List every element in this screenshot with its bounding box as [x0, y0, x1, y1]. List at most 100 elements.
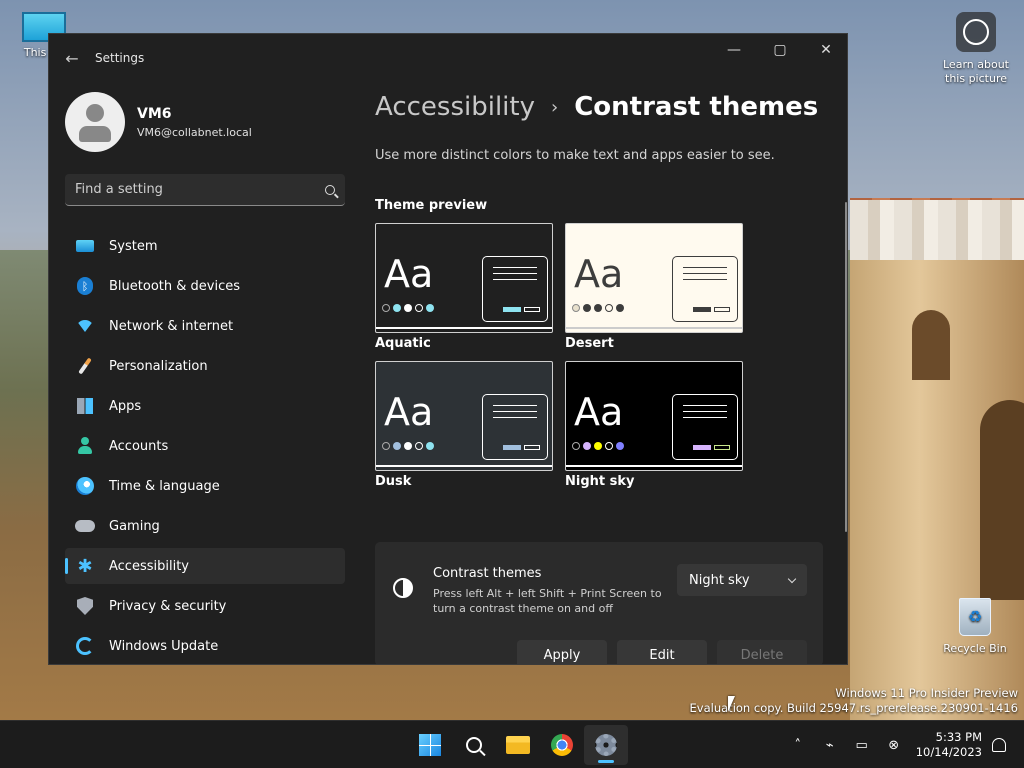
sidebar: VM6 VM6@collabnet.local System ᛒ Bluetoo…: [49, 82, 359, 664]
desktop-learn-about-picture[interactable]: Learn about this picture: [940, 12, 1012, 86]
chevron-right-icon: ›: [551, 96, 559, 118]
theme-sample-text: Aa: [574, 252, 624, 296]
accessibility-icon: ✱: [77, 555, 93, 577]
sidebar-item-accounts[interactable]: Accounts: [65, 428, 345, 464]
apps-icon: [75, 396, 95, 416]
search-input[interactable]: [75, 182, 325, 197]
wifi-icon: [75, 316, 95, 336]
sidebar-item-label: Privacy & security: [109, 598, 227, 614]
delete-button[interactable]: Delete: [717, 640, 807, 664]
user-profile[interactable]: VM6 VM6@collabnet.local: [65, 92, 252, 152]
monitor-icon: [75, 236, 95, 256]
sidebar-item-apps[interactable]: Apps: [65, 388, 345, 424]
apply-button[interactable]: Apply: [517, 640, 607, 664]
window-preview-icon: [482, 394, 548, 460]
display-icon[interactable]: ▭: [846, 738, 878, 753]
page-title: Contrast themes: [574, 92, 819, 122]
sidebar-item-windows-update[interactable]: Windows Update: [65, 628, 345, 664]
theme-color-dots: [382, 304, 437, 312]
settings-window: ← Settings — ▢ ✕ VM6 VM6@collabnet.local…: [48, 33, 848, 665]
wallpaper-arch: [980, 400, 1024, 600]
sidebar-item-accessibility[interactable]: ✱ Accessibility: [65, 548, 345, 584]
clock[interactable]: 5:33 PM 10/14/2023: [916, 730, 982, 760]
theme-name-night-sky: Night sky: [565, 474, 635, 489]
desktop-learn-label: Learn about this picture: [943, 58, 1009, 85]
maximize-icon[interactable]: ▢: [757, 34, 803, 66]
sidebar-item-label: Accounts: [109, 438, 169, 454]
search-icon[interactable]: [325, 184, 335, 195]
minimize-icon[interactable]: —: [711, 34, 757, 66]
refresh-icon: [75, 636, 95, 656]
settings-taskbar-button[interactable]: [584, 725, 628, 765]
theme-color-dots: [382, 442, 437, 450]
start-button[interactable]: [408, 725, 452, 765]
sidebar-item-label: Accessibility: [109, 558, 189, 574]
theme-color-dots: [572, 442, 627, 450]
theme-name-desert: Desert: [565, 336, 614, 351]
title-bar[interactable]: ← Settings — ▢ ✕: [49, 34, 847, 82]
contrast-themes-card: Contrast themes Press left Alt + left Sh…: [375, 542, 823, 664]
sidebar-item-bluetooth[interactable]: ᛒ Bluetooth & devices: [65, 268, 345, 304]
volume-muted-icon[interactable]: ⊗: [878, 738, 910, 753]
chevron-down-icon: [787, 574, 797, 583]
sidebar-item-time-language[interactable]: Time & language: [65, 468, 345, 504]
wallpaper-arch-small: [912, 310, 950, 380]
theme-preview-dusk[interactable]: Aa: [375, 361, 553, 471]
sidebar-item-label: Gaming: [109, 518, 160, 534]
sidebar-item-label: Apps: [109, 398, 142, 414]
sidebar-item-system[interactable]: System: [65, 228, 345, 264]
brush-icon: [75, 356, 95, 376]
theme-name-dusk: Dusk: [375, 474, 412, 489]
profile-name: VM6: [137, 105, 172, 122]
chrome-icon: [551, 734, 573, 756]
chevron-up-icon[interactable]: ˄: [782, 738, 814, 753]
camera-icon: [956, 12, 996, 52]
globe-clock-icon: [75, 476, 95, 496]
back-arrow-icon[interactable]: ←: [49, 49, 95, 68]
main-content: Accessibility › Contrast themes Use more…: [359, 82, 847, 664]
sidebar-item-network[interactable]: Network & internet: [65, 308, 345, 344]
sidebar-item-label: Bluetooth & devices: [109, 278, 240, 294]
sidebar-item-label: Windows Update: [109, 638, 219, 654]
windows-logo-icon: [419, 734, 441, 756]
scrollbar[interactable]: [845, 202, 847, 532]
theme-color-dots: [572, 304, 627, 312]
page-description: Use more distinct colors to make text an…: [375, 148, 775, 163]
clock-date: 10/14/2023: [915, 745, 982, 759]
theme-sample-text: Aa: [384, 390, 434, 434]
sidebar-item-label: Time & language: [109, 478, 220, 494]
controller-icon: [75, 516, 95, 536]
card-subtitle: Press left Alt + left Shift + Print Scre…: [433, 587, 662, 615]
clock-time: 5:33 PM: [935, 730, 982, 744]
sidebar-item-privacy[interactable]: Privacy & security: [65, 588, 345, 624]
shield-icon: [75, 596, 95, 616]
breadcrumb-parent[interactable]: Accessibility: [375, 92, 535, 122]
search-box[interactable]: [65, 174, 345, 206]
network-disconnected-icon[interactable]: ⌁: [814, 738, 846, 753]
sidebar-item-label: Personalization: [109, 358, 208, 374]
theme-preview-aquatic[interactable]: Aa: [375, 223, 553, 333]
theme-preview-night-sky[interactable]: Aa: [565, 361, 743, 471]
notification-bell-icon[interactable]: [992, 738, 1006, 752]
mouse-cursor-icon: [728, 696, 742, 712]
desktop-recycle-bin[interactable]: ♻ Recycle Bin: [940, 598, 1010, 656]
taskbar-search-button[interactable]: [452, 725, 496, 765]
theme-sample-text: Aa: [574, 390, 624, 434]
window-preview-icon: [482, 256, 548, 322]
sidebar-item-personalization[interactable]: Personalization: [65, 348, 345, 384]
bluetooth-icon: ᛒ: [75, 276, 95, 296]
desktop-recycle-label: Recycle Bin: [943, 642, 1007, 655]
contrast-theme-dropdown[interactable]: Night sky: [677, 564, 807, 596]
edit-button[interactable]: Edit: [617, 640, 707, 664]
theme-preview-desert[interactable]: Aa: [565, 223, 743, 333]
gear-icon: [595, 734, 617, 756]
recycle-bin-icon: ♻: [959, 598, 991, 636]
person-icon: [75, 436, 95, 456]
avatar: [65, 92, 125, 152]
close-icon[interactable]: ✕: [803, 34, 847, 66]
chrome-button[interactable]: [540, 725, 584, 765]
theme-sample-text: Aa: [384, 252, 434, 296]
taskbar-apps: [408, 725, 628, 765]
file-explorer-button[interactable]: [496, 725, 540, 765]
sidebar-item-gaming[interactable]: Gaming: [65, 508, 345, 544]
